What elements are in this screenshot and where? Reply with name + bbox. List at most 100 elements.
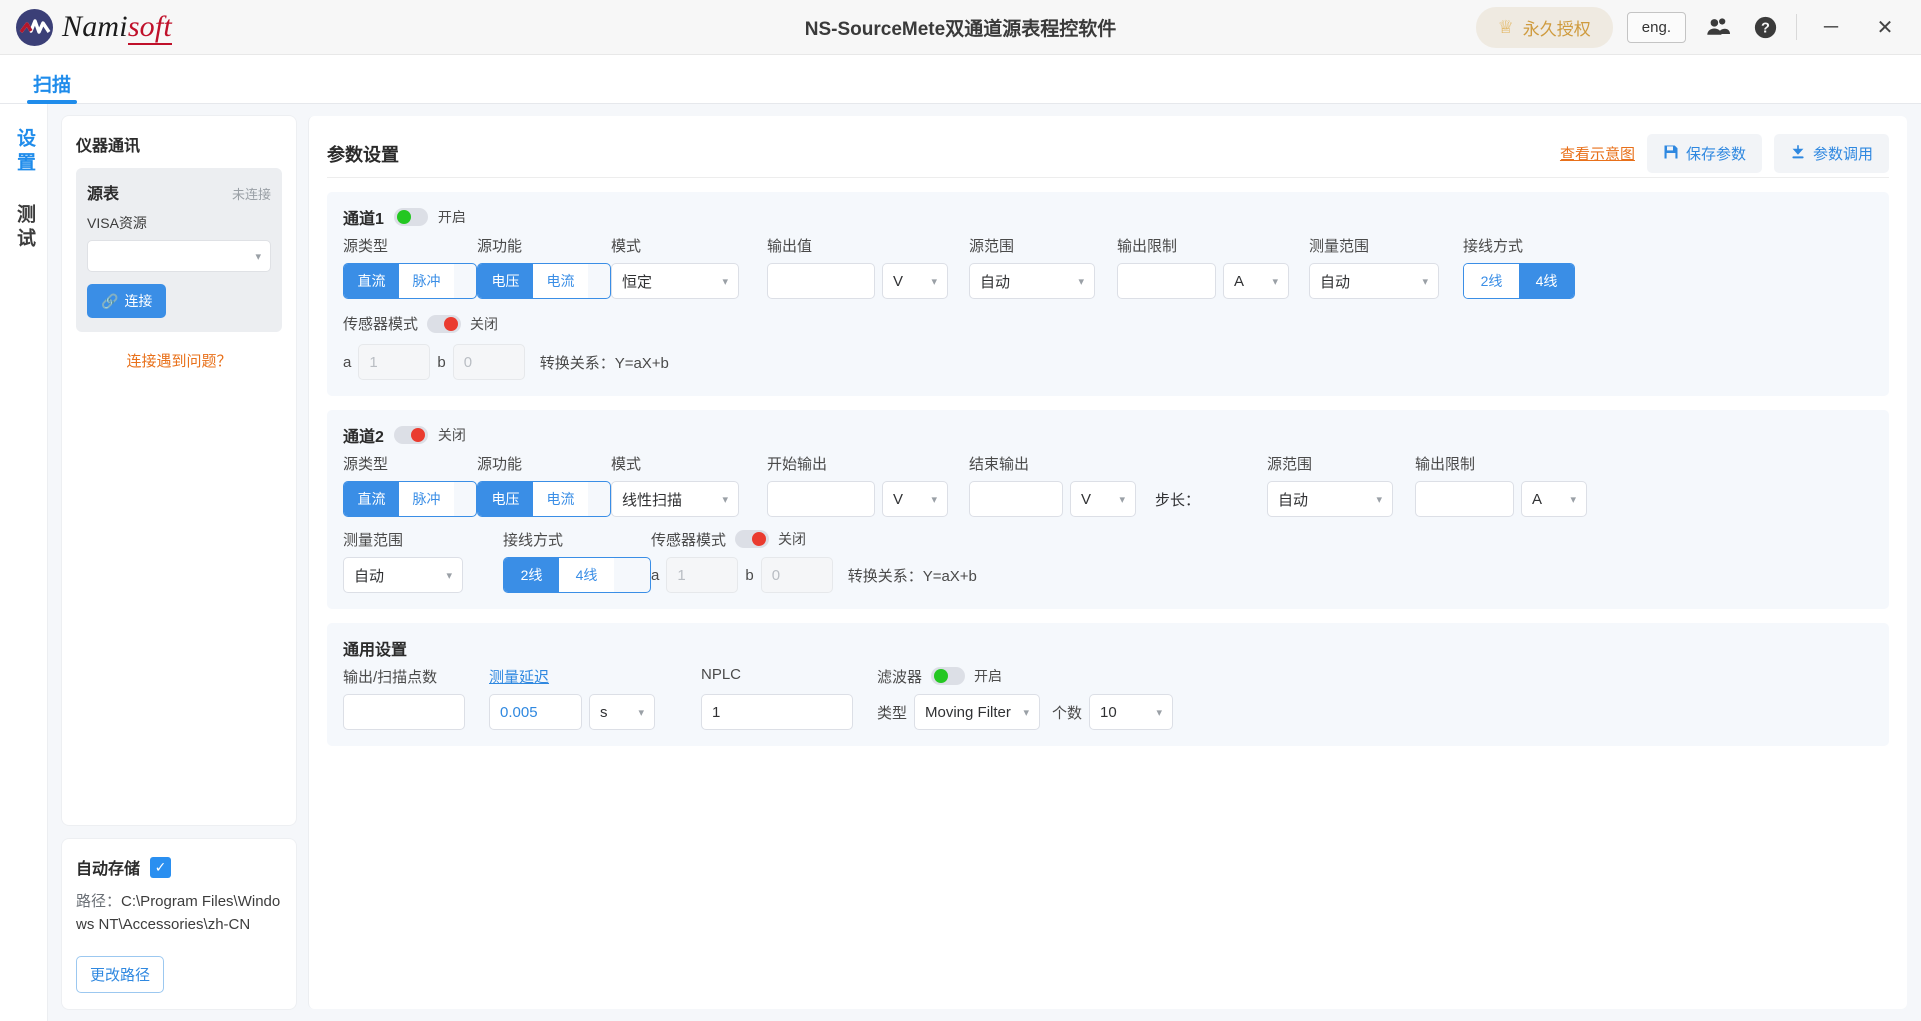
general-settings-panel: 通用设置 输出/扫描点数 测量延迟 0.005 s ▾ NPLC 1 滤波器 开…	[327, 623, 1889, 746]
ch2-output-limit-controls: A ▾	[1415, 481, 1587, 517]
ch1-wiring-option-4wire[interactable]: 4线	[1519, 264, 1574, 298]
field-ch1-measure-range: 测量范围 自动 ▾	[1309, 235, 1463, 299]
titlebar-actions: ♕ 永久授权 eng. ? ─ ✕	[1475, 6, 1921, 48]
ch1-sensor-b-input[interactable]: 0	[452, 344, 525, 380]
ch2-source-function-option-voltage[interactable]: 电压	[478, 482, 533, 516]
measure-delay-unit-select[interactable]: s ▾	[589, 694, 655, 730]
label-ch1-output-value: 输出值	[767, 238, 813, 255]
ch1-output-limit-unit-select[interactable]: A ▾	[1223, 263, 1289, 299]
ch1-wiring-option-2wire[interactable]: 2线	[1464, 264, 1519, 298]
ch2-start-output-unit-select[interactable]: V ▾	[882, 481, 948, 517]
ch1-output-value-input[interactable]	[767, 263, 875, 299]
channel2-header: 通道2 关闭	[343, 423, 1873, 447]
ch1-source-range-value: 自动	[980, 273, 1011, 291]
ch1-output-limit-input[interactable]	[1117, 263, 1216, 299]
chevron-down-icon: ▾	[1422, 275, 1428, 288]
ch1-source-function-option-current[interactable]: 电流	[533, 264, 588, 298]
ch2-source-type-segmented[interactable]: 直流 脉冲	[343, 481, 477, 517]
visa-resource-select[interactable]: ▾	[87, 240, 271, 272]
chevron-down-icon: ▾	[255, 250, 261, 263]
ch2-measure-range-select[interactable]: 自动 ▾	[343, 557, 463, 593]
change-path-button[interactable]: 更改路径	[76, 956, 165, 993]
ch2-mode-select[interactable]: 线性扫描 ▾	[611, 481, 739, 517]
vnav-item-settings[interactable]: 设置	[13, 128, 35, 176]
field-ch2-source-function: 源功能 电压 电流	[477, 453, 611, 517]
title-bar: Namisoft NS-SourceMete双通道源表程控软件 ♕ 永久授权 e…	[0, 0, 1921, 55]
ch2-source-function-segmented[interactable]: 电压 电流	[477, 481, 611, 517]
channel2-toggle[interactable]	[393, 426, 428, 444]
field-ch1-wiring: 接线方式 2线 4线	[1463, 235, 1575, 299]
ch1-source-type-segmented[interactable]: 直流 脉冲	[343, 263, 477, 299]
ch1-source-function-option-voltage[interactable]: 电压	[478, 264, 533, 298]
ch2-source-type-option-dc[interactable]: 直流	[344, 482, 399, 516]
svg-text:?: ?	[1761, 20, 1770, 36]
channel1-toggle[interactable]	[393, 208, 428, 226]
nplc-input[interactable]: 1	[701, 694, 853, 730]
ch1-output-limit-unit: A	[1234, 272, 1245, 290]
ch1-output-limit-controls: A ▾	[1117, 263, 1309, 299]
ch2-source-range-select[interactable]: 自动 ▾	[1267, 481, 1393, 517]
minimize-button[interactable]: ─	[1811, 10, 1851, 44]
field-ch2-step: 步长：	[1155, 453, 1267, 517]
ch1-sensor-inputs: a 1 b 0 转换关系：Y=aX+b	[343, 344, 1873, 380]
ch2-sensor-toggle[interactable]	[735, 530, 770, 548]
ch2-sensor-a-input[interactable]: 1	[666, 557, 739, 593]
toggle-knob-icon	[410, 428, 425, 442]
brand-logo: Namisoft	[16, 8, 172, 46]
license-badge[interactable]: ♕ 永久授权	[1475, 6, 1613, 48]
ch2-end-output-unit-select[interactable]: V ▾	[1070, 481, 1136, 517]
ch1-sensor-toggle[interactable]	[427, 314, 462, 333]
close-button[interactable]: ✕	[1865, 10, 1905, 44]
language-button[interactable]: eng.	[1626, 11, 1686, 43]
ch2-source-type-option-pulse[interactable]: 脉冲	[399, 482, 454, 516]
ch1-source-range-select[interactable]: 自动 ▾	[969, 263, 1095, 299]
ch2-wiring-option-4wire[interactable]: 4线	[559, 558, 614, 592]
measure-delay-link[interactable]: 测量延迟	[489, 669, 549, 686]
general-settings-row: 输出/扫描点数 测量延迟 0.005 s ▾ NPLC 1 滤波器 开启 类型 …	[343, 666, 1873, 730]
license-label: 永久授权	[1522, 19, 1591, 39]
connect-button[interactable]: 🔗 连接	[87, 284, 167, 318]
load-params-label: 参数调用	[1812, 146, 1873, 163]
filter-toggle[interactable]	[931, 667, 966, 685]
label-ch2-source-type: 源类型	[343, 456, 389, 473]
label-ch2-mode: 模式	[611, 456, 642, 473]
ch1-wiring-segmented[interactable]: 2线 4线	[1463, 263, 1575, 299]
ch1-mode-select[interactable]: 恒定 ▾	[611, 263, 739, 299]
ch2-end-output-input[interactable]	[969, 481, 1063, 517]
ch1-measure-range-select[interactable]: 自动 ▾	[1309, 263, 1439, 299]
filter-count-select[interactable]: 10 ▾	[1089, 694, 1174, 730]
source-meter-label: 源表	[87, 186, 120, 203]
measure-delay-input[interactable]: 0.005	[489, 694, 582, 730]
ch2-output-limit-input[interactable]	[1415, 481, 1514, 517]
ch1-source-function-segmented[interactable]: 电压 电流	[477, 263, 611, 299]
scan-points-input[interactable]	[343, 694, 465, 730]
ch2-output-limit-unit: A	[1532, 490, 1543, 508]
ch2-start-output-unit: V	[893, 490, 904, 508]
channel2-row2: 测量范围 自动 ▾ 接线方式 2线 4线 传感器模式 关闭 a 1 b 0 转换…	[343, 529, 1873, 593]
ch2-sensor-b-input[interactable]: 0	[760, 557, 833, 593]
ch2-source-function-option-current[interactable]: 电流	[533, 482, 588, 516]
ch2-start-output-input[interactable]	[767, 481, 875, 517]
users-icon[interactable]	[1700, 10, 1734, 44]
connection-help-link[interactable]: 连接遇到问题？	[76, 350, 282, 371]
visa-resource-label: VISA资源	[87, 215, 147, 231]
save-params-button[interactable]: 保存参数	[1646, 134, 1762, 173]
ch1-sensor-a-label: a	[343, 353, 352, 371]
ch1-output-value-unit-select[interactable]: V ▾	[882, 263, 948, 299]
filter-type-select[interactable]: Moving Filter ▾	[914, 694, 1041, 730]
ch2-wiring-option-2wire[interactable]: 2线	[504, 558, 559, 592]
ch2-wiring-segmented[interactable]: 2线 4线	[503, 557, 651, 593]
vnav-item-test[interactable]: 测试	[13, 204, 35, 252]
ch2-output-limit-unit-select[interactable]: A ▾	[1521, 481, 1587, 517]
help-icon[interactable]: ?	[1748, 10, 1782, 44]
ch1-source-type-option-pulse[interactable]: 脉冲	[399, 264, 454, 298]
load-params-button[interactable]: 参数调用	[1773, 134, 1889, 173]
channel2-row1: 源类型 直流 脉冲 源功能 电压 电流 模式 线性扫描 ▾ 开始输出 V ▾ 结…	[343, 453, 1873, 517]
ch1-sensor-a-input[interactable]: 1	[358, 344, 431, 380]
label-ch1-wiring: 接线方式	[1463, 238, 1524, 255]
view-diagram-link[interactable]: 查看示意图	[1560, 143, 1635, 164]
tab-scan[interactable]: 扫描	[27, 70, 78, 104]
ch1-source-type-option-dc[interactable]: 直流	[344, 264, 399, 298]
autosave-checkbox[interactable]: ✓	[150, 856, 172, 878]
autosave-card: 自动存储 ✓ 路径：C:\Program Files\Windows NT\Ac…	[62, 839, 296, 1009]
